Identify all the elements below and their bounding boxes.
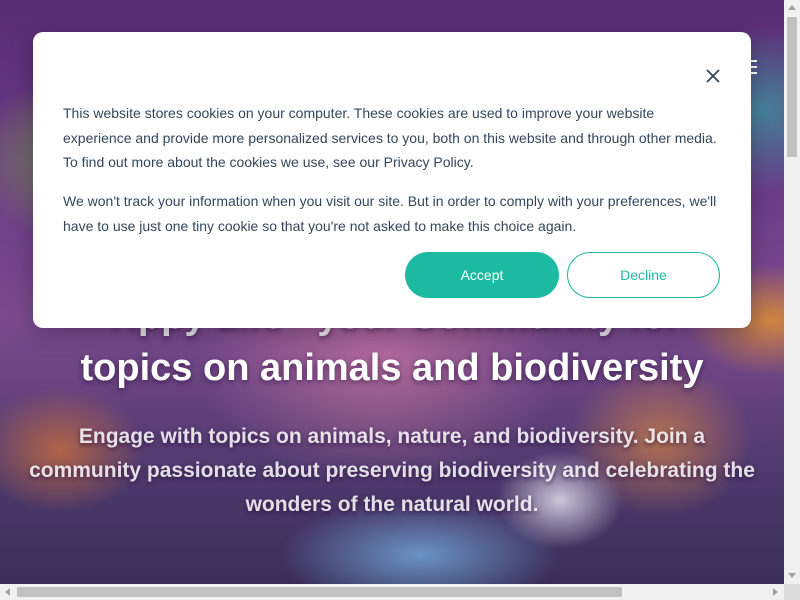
hero-title-line-2: topics on animals and biodiversity (80, 347, 704, 389)
vertical-scroll-thumb[interactable] (787, 17, 797, 157)
cookie-preference-note: We won't track your information when you… (63, 193, 717, 234)
cookie-consent-dialog: This website stores cookies on your comp… (33, 32, 751, 328)
scrollbar-corner (784, 584, 800, 600)
close-icon[interactable] (703, 66, 723, 86)
horizontal-scrollbar[interactable] (0, 584, 784, 600)
hero-subtitle: Engage with topics on animals, nature, a… (29, 425, 755, 516)
scroll-right-icon[interactable] (773, 588, 778, 596)
decline-button[interactable]: Decline (567, 252, 720, 298)
accept-button[interactable]: Accept (405, 252, 559, 298)
cookie-description: This website stores cookies on your comp… (63, 105, 717, 170)
horizontal-scroll-thumb[interactable] (17, 587, 622, 597)
scroll-up-icon[interactable] (788, 5, 796, 10)
vertical-scrollbar[interactable] (784, 0, 800, 584)
scroll-down-icon[interactable] (788, 573, 796, 578)
scroll-left-icon[interactable] (5, 588, 10, 596)
